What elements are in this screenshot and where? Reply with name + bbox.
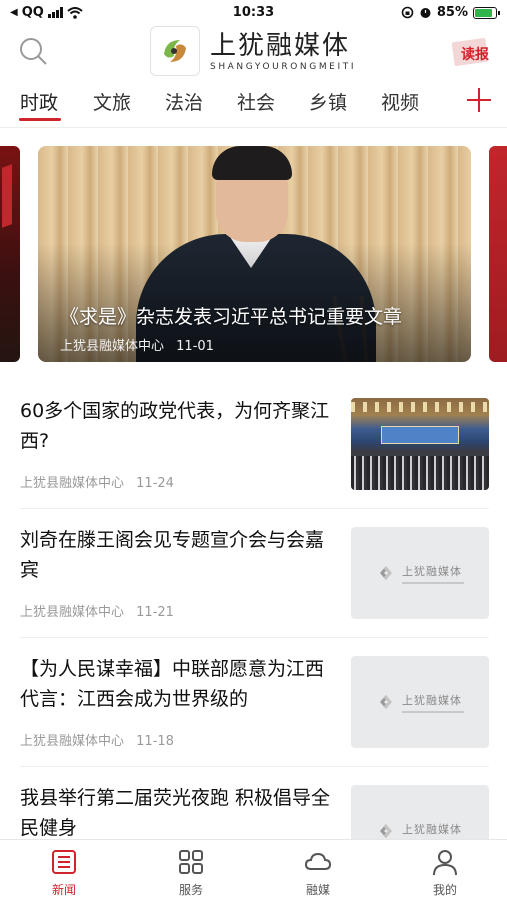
nav-media-label: 融媒 <box>305 883 330 897</box>
news-source: 上犹县融媒体中心 <box>20 476 125 491</box>
news-meta: 上犹县融媒体中心 11-21 <box>20 601 174 620</box>
nav-profile-label: 我的 <box>432 883 457 897</box>
app-name: 上犹融媒体 <box>210 31 351 61</box>
news-date: 11-18 <box>136 734 174 749</box>
cloud-icon <box>304 852 332 870</box>
news-item[interactable]: 【为人民谋幸福】中联部愿意为江西代言：江西会成为世界级的 上犹县融媒体中心 11… <box>20 638 489 766</box>
bottom-nav: 新闻 服务 融媒 我的 <box>0 839 507 900</box>
tab-politics[interactable]: 时政 <box>20 88 58 115</box>
nav-services[interactable]: 服务 <box>151 848 231 898</box>
battery-icon <box>473 6 500 19</box>
tab-society[interactable]: 社会 <box>237 88 275 115</box>
headline-carousel[interactable]: 《求是》杂志发表习近平总书记重要文章 上犹县融媒体中心 11-01 <box>0 146 507 364</box>
app-header: 上犹融媒体 SHANGYOURONGMEITI 读报 <box>0 26 507 78</box>
nav-profile[interactable]: 我的 <box>405 848 485 898</box>
news-title: 【为人民谋幸福】中联部愿意为江西代言：江西会成为世界级的 <box>20 658 325 710</box>
tabs-divider <box>0 127 507 128</box>
hero-shade <box>38 146 471 362</box>
status-right: 85% <box>401 5 500 20</box>
brand-logo-icon <box>150 26 200 76</box>
crowd <box>351 456 489 490</box>
news-meta: 上犹县融媒体中心 11-24 <box>20 472 174 491</box>
news-item[interactable]: 60多个国家的政党代表，为何齐聚江西? 上犹县融媒体中心 11-24 <box>20 380 489 508</box>
tab-townships[interactable]: 乡镇 <box>309 88 347 115</box>
add-channel-icon[interactable] <box>467 88 491 112</box>
nav-services-label: 服务 <box>178 883 203 897</box>
active-tab-indicator <box>19 118 61 121</box>
app-name-pinyin: SHANGYOURONGMEITI <box>210 62 357 72</box>
carousel-next-slide[interactable] <box>489 146 507 362</box>
tab-culture-tourism[interactable]: 文旅 <box>93 88 131 115</box>
placeholder-logo-icon <box>380 566 392 580</box>
news-thumbnail-placeholder: 上犹融媒体 <box>351 656 489 748</box>
placeholder-logo-icon <box>380 695 392 709</box>
carousel-title: 《求是》杂志发表习近平总书记重要文章 <box>60 306 403 328</box>
news-date: 11-21 <box>136 605 174 620</box>
news-icon <box>52 850 76 874</box>
carousel-prev-slide[interactable] <box>0 146 20 362</box>
carousel-source: 上犹县融媒体中心 <box>60 339 165 354</box>
news-thumbnail <box>351 398 489 490</box>
alarm-icon <box>420 8 431 18</box>
nav-news-label: 新闻 <box>51 883 76 897</box>
news-title: 60多个国家的政党代表，为何齐聚江西? <box>20 400 330 452</box>
carousel-date: 11-01 <box>176 339 214 354</box>
placeholder-text: 上犹融媒体 <box>402 693 462 707</box>
tab-law[interactable]: 法治 <box>165 88 203 115</box>
carousel-slide[interactable]: 《求是》杂志发表习近平总书记重要文章 上犹县融媒体中心 11-01 <box>38 146 471 362</box>
carousel-meta: 上犹县融媒体中心 11-01 <box>60 335 214 354</box>
news-thumbnail-placeholder: 上犹融媒体 <box>351 527 489 619</box>
news-item[interactable]: 刘奇在滕王阁会见专题宣介会与会嘉宾 上犹县融媒体中心 11-21 上犹融媒体 <box>20 509 489 637</box>
brand: 上犹融媒体 SHANGYOURONGMEITI <box>150 26 356 76</box>
news-source: 上犹县融媒体中心 <box>20 734 125 749</box>
news-title: 刘奇在滕王阁会见专题宣介会与会嘉宾 <box>20 529 325 581</box>
user-icon <box>433 850 457 876</box>
thumb-sub <box>402 581 464 584</box>
battery-percent: 85% <box>436 5 468 20</box>
read-paper-label: 读报 <box>461 47 489 63</box>
thumb-sub <box>402 710 464 713</box>
stage <box>381 426 459 444</box>
tab-video[interactable]: 视频 <box>381 88 419 115</box>
news-date: 11-24 <box>136 476 174 491</box>
read-paper-button[interactable]: 读报 <box>451 37 495 68</box>
grid-icon <box>179 850 203 874</box>
status-bar: ◀ QQ 10:33 85% <box>0 0 507 26</box>
news-source: 上犹县融媒体中心 <box>20 605 125 620</box>
lights <box>351 402 489 412</box>
screen-lock-icon <box>401 6 414 19</box>
search-icon[interactable] <box>18 36 48 66</box>
nav-media[interactable]: 融媒 <box>278 848 358 898</box>
placeholder-text: 上犹融媒体 <box>402 822 462 836</box>
news-title: 我县举行第二届荧光夜跑 积极倡导全民健身 <box>20 787 331 839</box>
news-meta: 上犹县融媒体中心 11-18 <box>20 730 174 749</box>
placeholder-logo-icon <box>380 824 392 838</box>
category-tabs: 时政 文旅 法治 社会 乡镇 视频 <box>0 84 507 126</box>
nav-news[interactable]: 新闻 <box>24 848 104 898</box>
placeholder-text: 上犹融媒体 <box>402 564 462 578</box>
